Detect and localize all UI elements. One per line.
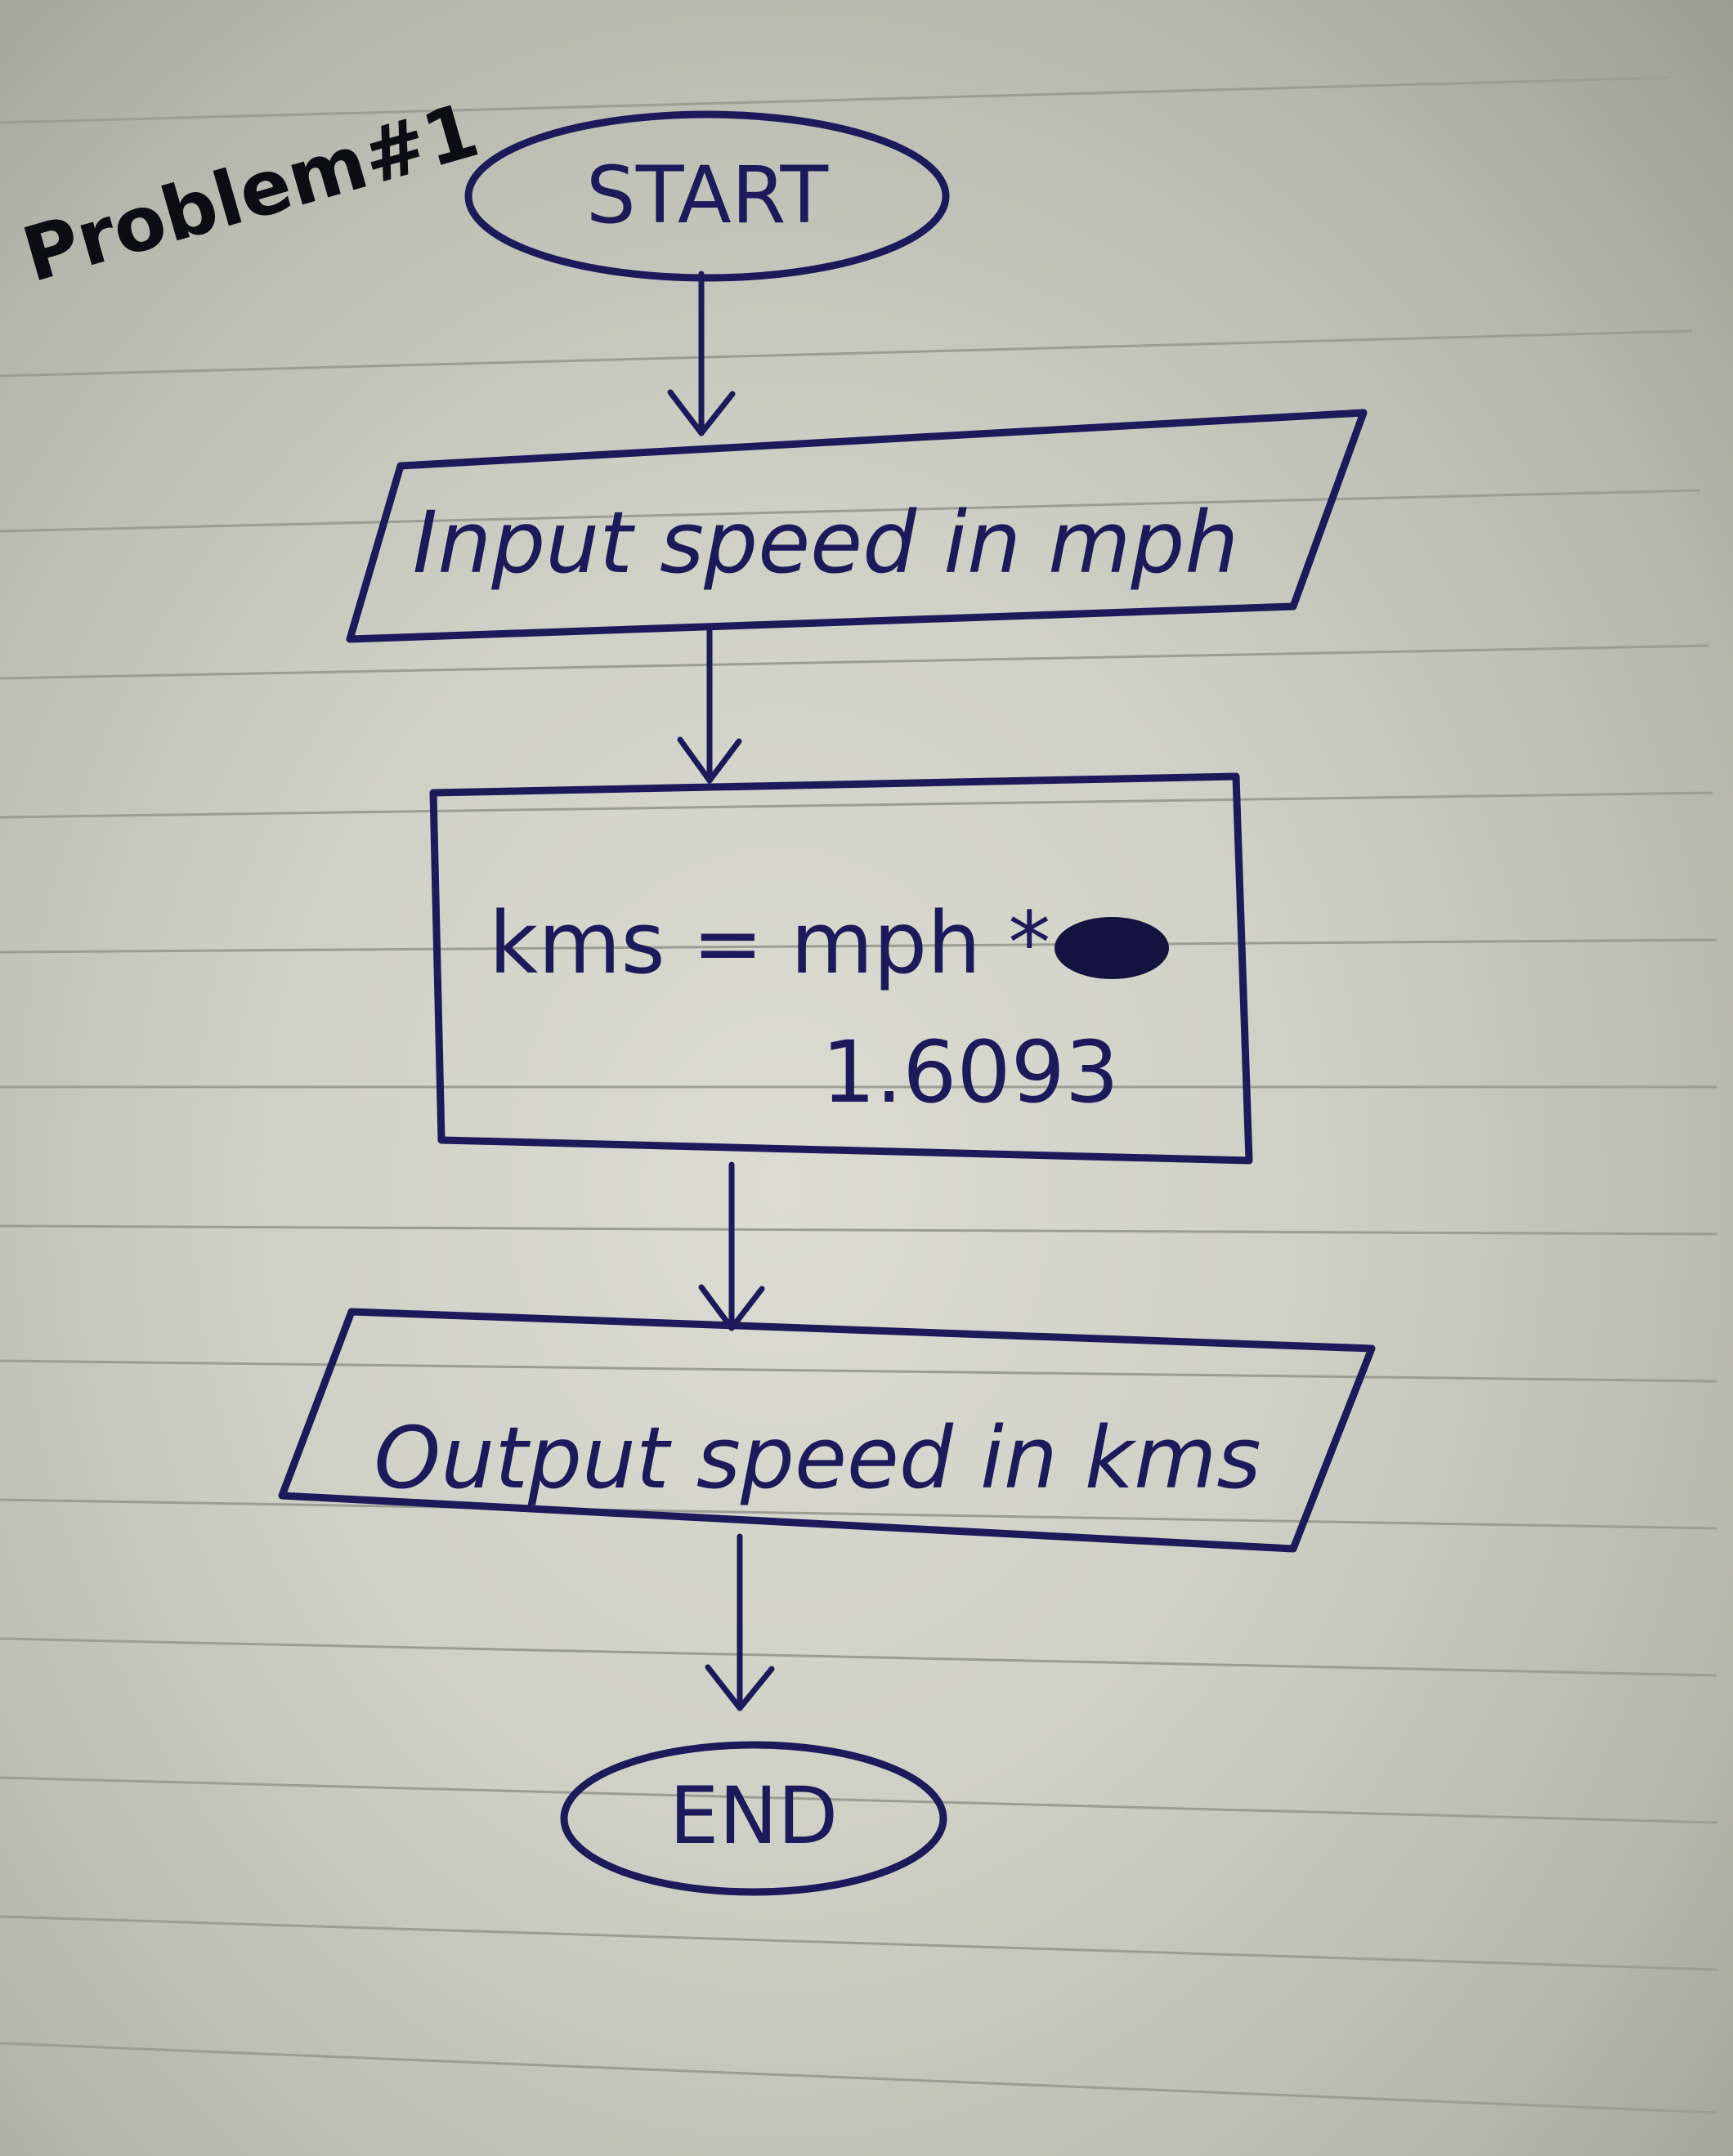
- notebook-page: Problem#1 START Input speed in mph kms =…: [0, 0, 1733, 2156]
- arrow-output-to-end: [705, 1533, 775, 1711]
- process-formula-line2: 1.6093: [822, 1022, 1119, 1122]
- arrow-input-to-process: [677, 626, 742, 784]
- page-title: Problem#1: [14, 86, 488, 299]
- end-label: END: [669, 1770, 838, 1862]
- process-formula-line1: kms = mph *: [489, 893, 1050, 993]
- flowchart-diagram: Problem#1 START Input speed in mph kms =…: [0, 76, 1717, 2114]
- output-label: Output speed in kms: [374, 1408, 1261, 1508]
- scribble-mark: [1055, 917, 1169, 979]
- arrow-process-to-output: [698, 1161, 765, 1331]
- input-label: Input speed in mph: [413, 493, 1239, 593]
- arrow-start-to-input: [667, 271, 736, 436]
- start-label: START: [586, 150, 829, 241]
